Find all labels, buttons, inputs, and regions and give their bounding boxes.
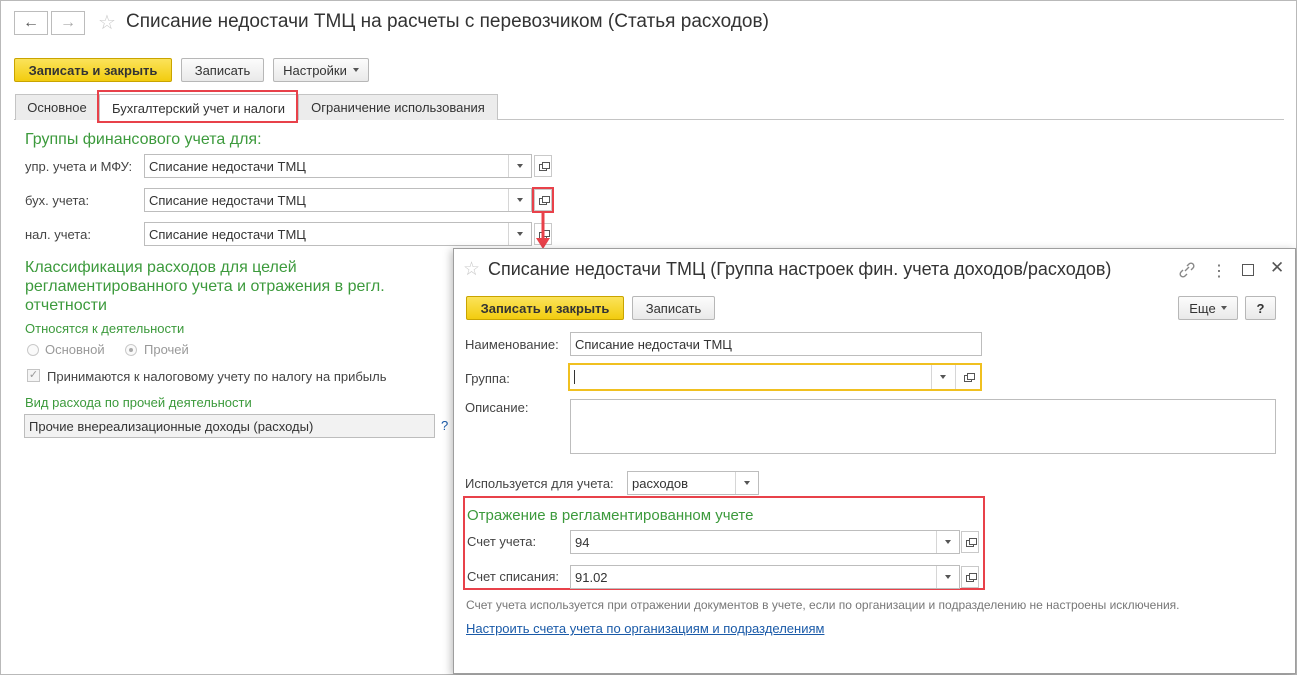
tax-checkbox[interactable]: ✓ <box>27 369 40 382</box>
forward-button[interactable]: → <box>51 11 85 35</box>
help-icon[interactable]: ? <box>441 418 448 433</box>
red-arrow-icon <box>536 213 550 249</box>
favorite-star-icon[interactable]: ☆ <box>463 258 480 281</box>
writeoff-value: 91.02 <box>575 569 608 585</box>
account-note: Счет учета используется при отражении до… <box>466 598 1180 612</box>
open-window-icon <box>965 573 977 582</box>
open-mgmt-group-button[interactable] <box>534 155 552 177</box>
dialog-more-button[interactable]: Еще <box>1178 296 1238 320</box>
highlight-tab-box <box>97 90 298 123</box>
highlight-open-button-box <box>532 187 554 213</box>
used-for-select[interactable]: расходов <box>627 471 759 495</box>
close-icon[interactable]: ✕ <box>1270 258 1284 278</box>
dropdown-arrow-icon[interactable] <box>735 472 758 494</box>
used-for-value: расходов <box>632 475 688 491</box>
tax-checkbox-label: Принимаются к налоговому учету по налогу… <box>47 369 387 384</box>
classification-heading: Классификация расходов для целей регламе… <box>25 259 385 314</box>
maximize-icon[interactable] <box>1242 264 1254 276</box>
bu-accounting-value: Списание недостачи ТМЦ <box>149 192 306 208</box>
open-writeoff-button[interactable] <box>961 566 979 588</box>
open-account-button[interactable] <box>961 531 979 553</box>
writeoff-field[interactable]: 91.02 <box>570 565 960 589</box>
dropdown-arrow-icon[interactable] <box>936 531 959 553</box>
dropdown-arrow-icon[interactable] <box>508 223 531 245</box>
dropdown-arrow-icon[interactable] <box>936 566 959 588</box>
radio-main-activity[interactable] <box>27 344 39 356</box>
account-value: 94 <box>575 534 590 550</box>
settings-label: Настройки <box>283 62 347 78</box>
group-settings-dialog: ☆ Списание недостачи ТМЦ (Группа настрое… <box>453 248 1296 674</box>
mgmt-accounting-value: Списание недостачи ТМЦ <box>149 158 306 174</box>
tax-accounting-field[interactable]: Списание недостачи ТМЦ <box>144 222 532 246</box>
bu-accounting-field[interactable]: Списание недостачи ТМЦ <box>144 188 532 212</box>
open-group-button[interactable] <box>955 365 980 389</box>
writeoff-label: Счет списания: <box>467 569 560 584</box>
chevron-down-icon <box>352 68 359 72</box>
group-input[interactable] <box>568 363 982 391</box>
save-button[interactable]: Записать <box>181 58 264 82</box>
dialog-save-button[interactable]: Записать <box>632 296 715 320</box>
back-button[interactable]: ← <box>14 11 48 35</box>
link-icon[interactable] <box>1178 262 1196 278</box>
tax-accounting-label: нал. учета: <box>25 227 91 242</box>
more-vertical-icon[interactable]: ⋮ <box>1211 261 1227 281</box>
text-cursor <box>574 370 575 384</box>
expense-type-field[interactable]: Прочие внереализационные доходы (расходы… <box>24 414 435 438</box>
tab-usage-restriction[interactable]: Ограничение использования <box>298 94 498 120</box>
radio-main-label: Основной <box>45 342 105 357</box>
used-for-label: Используется для учета: <box>465 476 614 491</box>
description-label: Описание: <box>465 400 529 415</box>
dialog-title: Списание недостачи ТМЦ (Группа настроек … <box>488 259 1112 279</box>
open-window-icon <box>963 373 975 382</box>
save-and-close-button[interactable]: Записать и закрыть <box>14 58 172 82</box>
tab-main[interactable]: Основное <box>15 94 99 120</box>
account-field[interactable]: 94 <box>570 530 960 554</box>
arrow-left-icon: ← <box>23 14 39 31</box>
dropdown-arrow-icon[interactable] <box>931 365 954 389</box>
name-label: Наименование: <box>465 337 559 352</box>
chevron-down-icon <box>1220 306 1227 310</box>
name-input[interactable]: Списание недостачи ТМЦ <box>570 332 982 356</box>
arrow-right-icon: → <box>60 14 76 31</box>
expense-type-label: Вид расхода по прочей деятельности <box>25 395 252 410</box>
dialog-save-and-close-button[interactable]: Записать и закрыть <box>466 296 624 320</box>
radio-other-activity[interactable] <box>125 344 137 356</box>
page-title: Списание недостачи ТМЦ на расчеты с пере… <box>126 11 769 32</box>
description-textarea[interactable] <box>570 399 1276 454</box>
tax-accounting-value: Списание недостачи ТМЦ <box>149 226 306 242</box>
favorite-star-icon[interactable]: ☆ <box>98 10 116 35</box>
radio-other-label: Прочей <box>144 342 189 357</box>
open-window-icon <box>538 162 550 171</box>
configure-accounts-link[interactable]: Настроить счета учета по организациям и … <box>466 621 824 636</box>
settings-button[interactable]: Настройки <box>273 58 369 82</box>
regl-heading: Отражение в регламентированном учете <box>467 507 754 524</box>
more-label: Еще <box>1189 300 1216 316</box>
fin-groups-heading: Группы финансового учета для: <box>25 131 262 148</box>
account-label: Счет учета: <box>467 534 537 549</box>
group-label: Группа: <box>465 371 510 386</box>
main-window: ← → ☆ Списание недостачи ТМЦ на расчеты … <box>0 0 1297 675</box>
dialog-help-button[interactable]: ? <box>1245 296 1276 320</box>
mgmt-accounting-field[interactable]: Списание недостачи ТМЦ <box>144 154 532 178</box>
open-window-icon <box>965 538 977 547</box>
bu-accounting-label: бух. учета: <box>25 193 90 208</box>
dropdown-arrow-icon[interactable] <box>508 189 531 211</box>
mgmt-accounting-label: упр. учета и МФУ: <box>25 159 133 174</box>
dropdown-arrow-icon[interactable] <box>508 155 531 177</box>
activity-label: Относятся к деятельности <box>25 321 185 336</box>
